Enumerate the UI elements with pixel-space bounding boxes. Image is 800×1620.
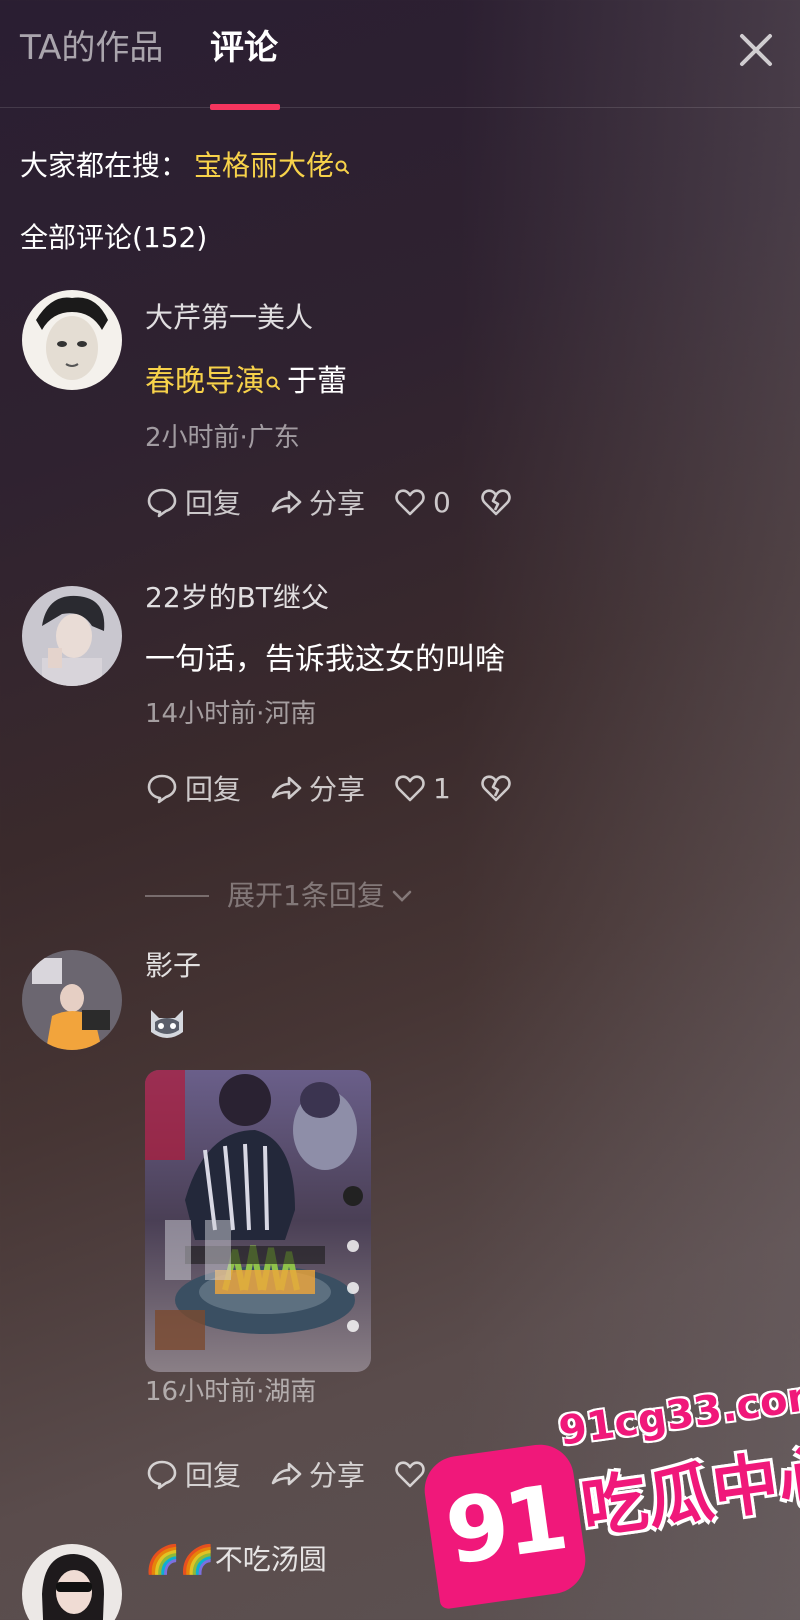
share-icon [271,776,302,800]
comment-username[interactable]: 22岁的BT继父 [145,578,780,618]
comment-highlight-link[interactable]: 春晚导演 [145,364,265,399]
like-count: 0 [433,485,451,519]
comment-text: 春晚导演 于蕾 [145,360,780,404]
tab-works[interactable]: TA的作品 [20,26,163,70]
comment-meta: 14小时前·河南 [145,699,317,729]
active-tab-indicator [210,104,280,110]
comment-actions: 回复 分享 0 [145,482,541,522]
comment-text-rest: 于蕾 [287,364,347,399]
share-icon [271,490,302,514]
expand-replies-label: 展开1条回复 [227,879,385,912]
like-count: 1 [433,771,451,805]
broken-heart-icon [481,489,511,516]
search-term-link[interactable]: 宝格丽大佬 [194,149,334,182]
search-icon [265,360,281,390]
close-icon[interactable] [736,30,776,70]
share-label: 分享 [309,1459,366,1492]
cat-sticker-icon [145,1004,189,1044]
dislike-button[interactable] [479,771,513,805]
heart-icon [395,489,425,516]
share-label: 分享 [309,487,366,520]
dislike-button[interactable] [479,485,513,519]
share-button[interactable]: 分享 [269,768,365,808]
watermark-badge-text: 91 [439,1464,571,1586]
tab-comments[interactable]: 评论 [210,26,278,70]
heart-icon [395,1461,425,1488]
share-icon [271,1462,302,1486]
comment-username[interactable]: 影子 [145,946,780,986]
heart-icon [395,775,425,802]
comment-actions: 回复 分享 1 [145,768,541,808]
comment-username[interactable]: 大芹第一美人 [145,298,780,338]
comment-meta: 2小时前·广东 [145,423,300,453]
chevron-down-icon [392,890,412,902]
avatar[interactable] [22,1544,122,1620]
share-label: 分享 [309,773,366,806]
reply-button[interactable]: 回复 [145,768,241,808]
avatar[interactable] [22,586,122,686]
reply-icon [147,774,177,804]
comment-text: 一句话，告诉我这女的叫啥 [145,642,505,677]
search-suggestion: 大家都在搜： 宝格丽大佬 [20,146,350,186]
watermark-badge: 91 [420,1440,590,1610]
broken-heart-icon [481,775,511,802]
reply-label: 回复 [185,487,242,520]
reply-label: 回复 [185,1459,242,1492]
share-button[interactable]: 分享 [269,482,365,522]
comments-count: 全部评论(152) [20,221,208,254]
like-button[interactable]: 0 [393,485,451,519]
reply-button[interactable]: 回复 [145,482,241,522]
reply-icon [147,488,177,518]
divider [145,895,209,897]
like-button[interactable]: 1 [393,771,451,805]
avatar[interactable] [22,950,122,1050]
header: TA的作品 评论 [0,0,800,110]
search-prefix: 大家都在搜： [20,149,189,182]
comment-image[interactable] [145,1070,371,1372]
avatar[interactable] [22,290,122,390]
watermark: 91cg33.com 91 吃瓜中心 [420,1371,800,1620]
expand-replies-button[interactable]: 展开1条回复 [145,876,415,916]
reply-icon [147,1460,177,1490]
search-icon [334,146,350,174]
reply-button[interactable]: 回复 [145,1454,241,1494]
share-button[interactable]: 分享 [269,1454,365,1494]
reply-label: 回复 [185,773,242,806]
